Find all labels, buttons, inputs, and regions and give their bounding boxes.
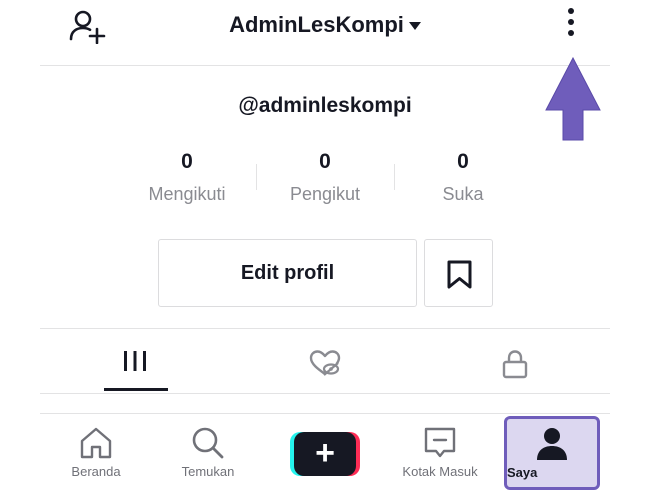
stat-following[interactable]: 0 Mengikuti [118,148,256,212]
profile-screen: AdminLesKompi @adminleskompi 0 Mengikuti… [40,0,610,494]
home-icon [80,427,112,459]
stat-value: 0 [319,150,331,173]
nav-label: Kotak Masuk [402,464,478,479]
nav-home[interactable]: Beranda [40,414,152,494]
lock-icon [502,350,528,379]
stat-value: 0 [457,150,469,173]
search-icon [192,427,224,459]
account-switcher[interactable]: AdminLesKompi [40,12,610,38]
profile-stats: 0 Mengikuti 0 Pengikut 0 Suka [118,148,532,212]
annotation-arrow-icon [545,56,601,141]
stat-likes[interactable]: 0 Suka [394,148,532,212]
tab-liked[interactable] [230,329,420,393]
caret-down-icon [408,21,421,30]
tab-videos[interactable] [40,329,230,393]
nav-inbox[interactable]: Kotak Masuk [384,414,496,494]
nav-profile[interactable]: Saya [504,416,600,490]
username-title: AdminLesKompi [229,12,404,37]
profile-handle: @adminleskompi [238,94,412,117]
plus-icon: + [294,432,356,476]
profile-icon [537,428,567,460]
create-button[interactable]: + [290,432,360,476]
nav-label: Temukan [181,464,235,479]
tab-private[interactable] [420,329,610,393]
stat-label: Mengikuti [148,184,226,204]
stat-followers[interactable]: 0 Pengikut [256,148,394,212]
grid-icon [124,351,146,371]
stat-label: Suka [442,184,484,204]
vertical-dots-icon[interactable] [564,8,578,44]
bookmarks-button[interactable] [424,239,493,307]
nav-label: Saya [507,465,538,480]
inbox-icon [424,427,456,458]
active-tab-indicator [104,388,168,391]
liked-hidden-icon [309,350,341,376]
nav-label: Beranda [71,464,121,479]
bookmark-icon [447,260,472,289]
nav-discover[interactable]: Temukan [152,414,264,494]
stat-value: 0 [181,150,193,173]
top-header: AdminLesKompi [40,0,610,66]
edit-profile-button[interactable]: Edit profil [158,239,417,307]
content-tabs [40,328,610,394]
stat-label: Pengikut [289,184,361,204]
